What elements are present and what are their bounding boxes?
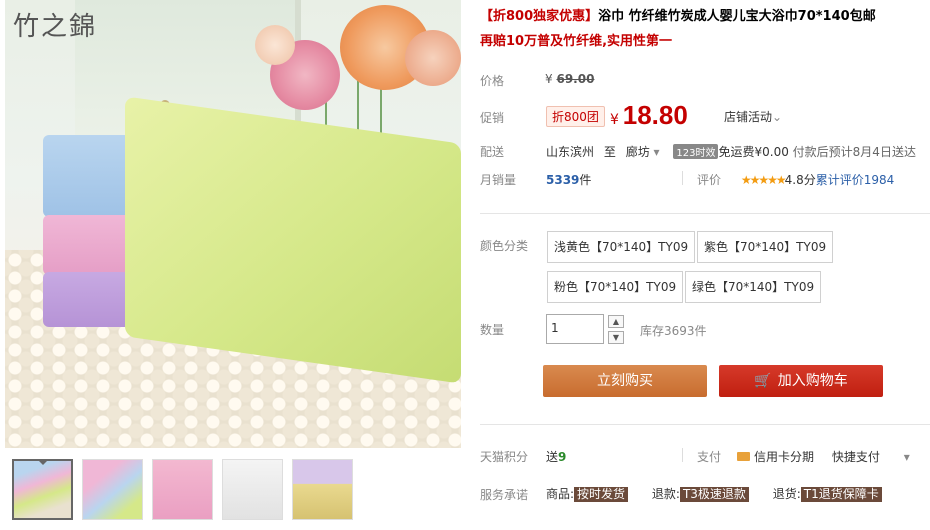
buy-now-button[interactable]: 立刻购买 xyxy=(543,365,707,397)
stock-count: 库存3693件 xyxy=(640,324,707,338)
goods-label: 商品: xyxy=(546,487,575,501)
brand-logo: 竹之錦 xyxy=(13,12,98,42)
return-label: 退货: xyxy=(772,487,801,501)
section-divider xyxy=(480,213,930,214)
currency-symbol: ¥ xyxy=(545,72,553,86)
original-price-value: 69.00 xyxy=(556,72,595,86)
quantity-label: 数量 xyxy=(480,323,505,337)
color-option-light-yellow[interactable]: 浅黄色【70*140】TY09 xyxy=(547,231,696,263)
sales-unit: 件 xyxy=(579,173,592,187)
original-price: ¥ 69.00 xyxy=(545,72,594,86)
review-total-label: 累计评价 xyxy=(815,173,864,187)
title-promo: 【折800独家优惠】 xyxy=(480,9,599,24)
promo-price: ¥ 18.80 xyxy=(610,100,688,131)
credit-card-icon xyxy=(737,452,750,461)
color-option-green[interactable]: 绿色【70*140】TY09 xyxy=(685,271,822,303)
thumbnail-2[interactable] xyxy=(82,459,143,520)
rating-stars-icon: ★★★★★ xyxy=(740,173,787,187)
review-label: 评价 xyxy=(697,173,722,187)
promo-currency: ¥ xyxy=(610,112,619,128)
destination-select[interactable]: 廊坊 ▾ xyxy=(626,145,660,159)
thumbnail-strip xyxy=(12,459,353,520)
delivery-info: 山东滨州 至 廊坊 ▾ 123时效 免运费¥0.00 付款后预计8月4日送达 xyxy=(546,143,916,160)
points-value: 9 xyxy=(558,450,567,464)
service-info: 商品: 按时发货 退款: T3极速退款 退货: T1退货保障卡 xyxy=(546,485,882,502)
thumbnail-1[interactable] xyxy=(12,459,73,520)
quick-pay: 快捷支付 xyxy=(831,450,880,464)
thumbnail-5[interactable] xyxy=(292,459,353,520)
add-to-cart-label: 加入购物车 xyxy=(777,373,848,389)
section-divider xyxy=(480,424,930,425)
promo-label: 促销 xyxy=(480,111,505,125)
product-title: 【折800独家优惠】浴巾 竹纤维竹炭成人婴儿宝大浴巾70*140包邮 xyxy=(480,6,928,28)
promo-badge: 折800团 xyxy=(546,106,605,127)
thumbnail-4[interactable] xyxy=(222,459,283,520)
credit-installment: 信用卡分期 xyxy=(754,450,815,464)
payment-label: 支付 xyxy=(697,450,722,464)
thumbnail-3[interactable] xyxy=(152,459,213,520)
bud-flower xyxy=(255,25,295,65)
caret-down-icon: ▾ xyxy=(653,145,660,159)
chevron-down-icon: ⌄ xyxy=(772,110,783,124)
quantity-increase-button[interactable]: ▲ xyxy=(608,315,624,328)
review-score: 4.8分 xyxy=(784,173,816,187)
delivery-label: 配送 xyxy=(480,145,505,159)
main-product-image[interactable]: 竹之錦 xyxy=(5,0,461,448)
promo-price-value: 18.80 xyxy=(622,100,688,130)
payment-methods[interactable]: 信用卡分期 快捷支付 ▾ xyxy=(737,448,910,465)
delivery-tag: 123时效 xyxy=(673,144,719,159)
green-towel xyxy=(125,96,461,384)
monthly-sales: 5339件 xyxy=(546,171,591,188)
product-subtitle: 再赔10万普及竹纤维,实用性第一 xyxy=(480,34,673,49)
divider xyxy=(682,448,683,462)
quantity-input[interactable]: 1 xyxy=(546,314,604,344)
points-send: 送 xyxy=(546,450,559,464)
shipping-fee: 免运费¥0.00 xyxy=(718,145,789,159)
refund-label: 退款: xyxy=(651,487,680,501)
destination-value: 廊坊 xyxy=(625,145,650,159)
sales-label: 月销量 xyxy=(480,173,517,187)
shop-activity-label: 店铺活动 xyxy=(724,110,773,124)
ship-from: 山东滨州 xyxy=(546,145,595,159)
price-label: 价格 xyxy=(480,74,505,88)
delivery-eta: 付款后预计8月4日送达 xyxy=(792,145,916,159)
title-main: 浴巾 竹纤维竹炭成人婴儿宝大浴巾70*140包邮 xyxy=(598,9,876,24)
review-total: 1984 xyxy=(863,173,895,187)
divider xyxy=(682,171,683,185)
cart-icon: 🛒 xyxy=(754,373,772,389)
color-option-purple[interactable]: 紫色【70*140】TY09 xyxy=(697,231,834,263)
points-label: 天猫积分 xyxy=(480,450,529,464)
return-chip[interactable]: T1退货保障卡 xyxy=(800,487,882,502)
color-label: 颜色分类 xyxy=(480,239,529,253)
peach-flower xyxy=(405,30,461,86)
shop-activity-dropdown[interactable]: 店铺活动⌄ xyxy=(724,108,782,125)
ship-to-word: 至 xyxy=(603,145,616,159)
add-to-cart-button[interactable]: 🛒 加入购物车 xyxy=(719,365,883,397)
color-option-pink[interactable]: 粉色【70*140】TY09 xyxy=(547,271,684,303)
service-label: 服务承诺 xyxy=(480,488,529,502)
goods-chip[interactable]: 按时发货 xyxy=(574,487,629,502)
points-info: 送9 xyxy=(546,448,566,465)
sales-count: 5339 xyxy=(546,173,580,187)
review-info[interactable]: 评价 ★★★★★4.8分累计评价1984 xyxy=(697,171,894,188)
refund-chip[interactable]: T3极速退款 xyxy=(679,487,749,502)
caret-down-icon: ▾ xyxy=(903,450,910,464)
quantity-decrease-button[interactable]: ▼ xyxy=(608,331,624,344)
